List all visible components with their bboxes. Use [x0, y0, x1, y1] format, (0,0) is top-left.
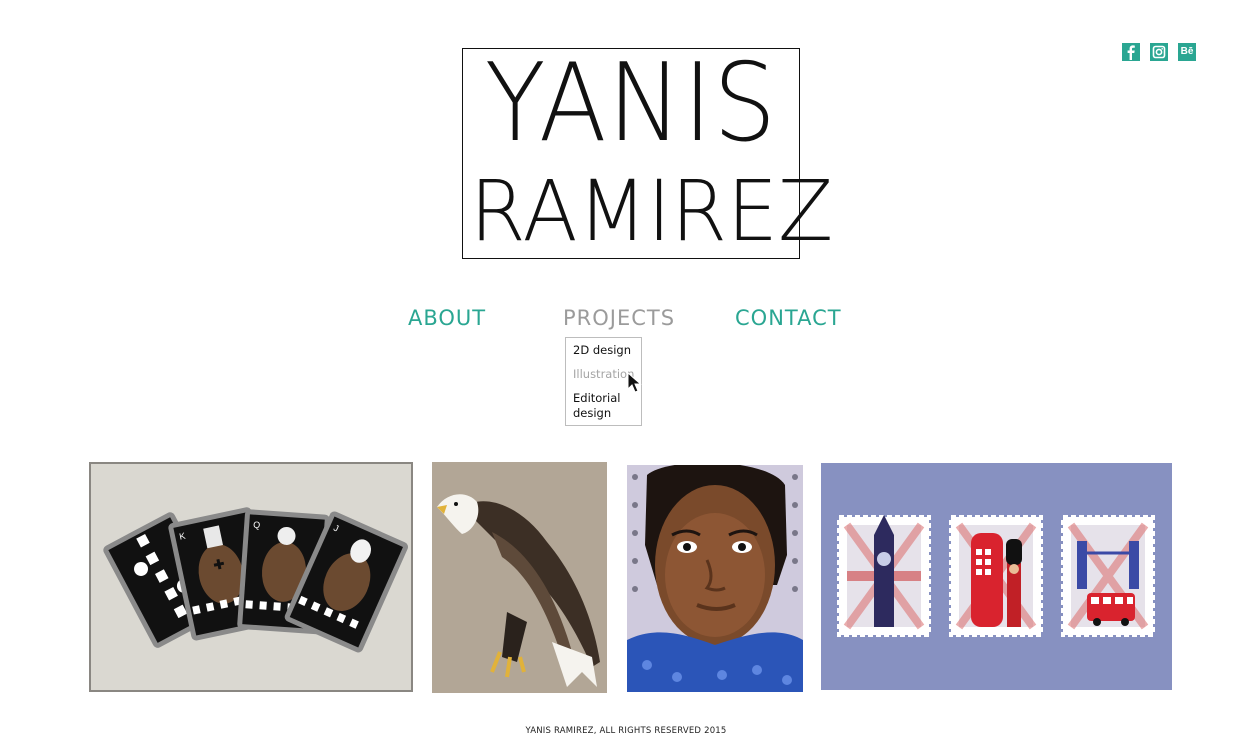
- project-tile-cards[interactable]: K Q J: [89, 462, 413, 692]
- nav-about[interactable]: ABOUT: [408, 306, 486, 330]
- facebook-icon[interactable]: [1122, 43, 1140, 61]
- menu-item-editorial-design[interactable]: Editorial design: [573, 391, 634, 421]
- footer-copyright: YANIS RAMIREZ, ALL RIGHTS RESERVED 2015: [525, 726, 727, 736]
- behance-icon[interactable]: Bē: [1178, 43, 1196, 61]
- eagle-illustration: [432, 462, 607, 693]
- logo-first-name: YANIS: [484, 41, 778, 166]
- card-q-label: Q: [253, 520, 261, 530]
- logo-last-name: RAMIREZ: [469, 162, 834, 260]
- site-logo[interactable]: YANIS RAMIREZ: [462, 41, 834, 260]
- nav-projects[interactable]: PROJECTS: [563, 306, 675, 330]
- self-portrait-illustration: [627, 465, 803, 692]
- project-tile-eagle[interactable]: [432, 462, 607, 693]
- social-links: Bē: [1122, 43, 1196, 61]
- mouse-cursor-icon: [627, 372, 642, 393]
- menu-item-2d-design[interactable]: 2D design: [573, 343, 634, 358]
- instagram-icon[interactable]: [1150, 43, 1168, 61]
- playing-cards-artwork: K Q J: [91, 464, 411, 690]
- behance-glyph: Bē: [1180, 46, 1194, 57]
- project-tile-portrait[interactable]: [627, 465, 803, 692]
- project-tile-stamps[interactable]: [821, 463, 1172, 690]
- menu-item-illustration[interactable]: Illustration: [573, 367, 634, 382]
- london-stamps-illustration: [821, 463, 1172, 690]
- nav-contact[interactable]: CONTACT: [735, 306, 842, 330]
